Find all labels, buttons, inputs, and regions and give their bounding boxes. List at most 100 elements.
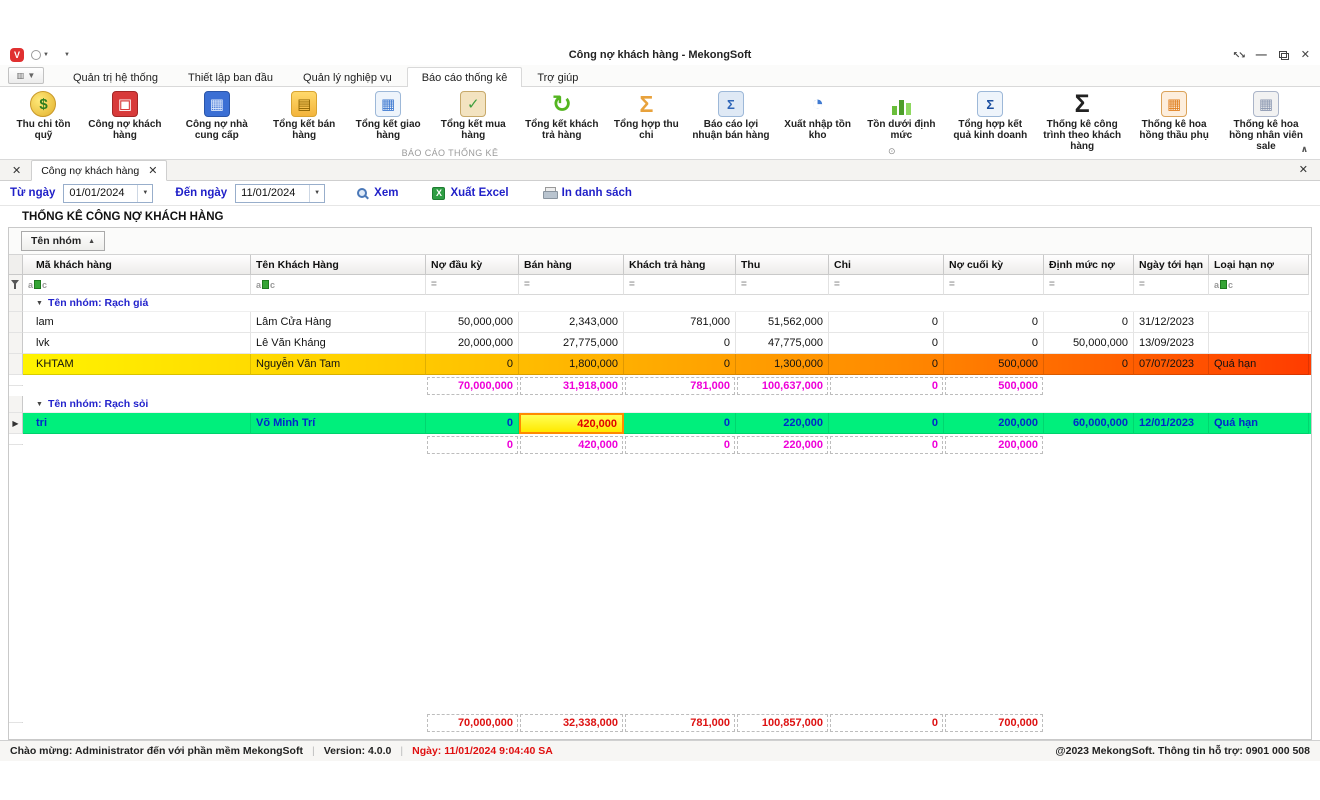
ribbon-button-2[interactable]: ▣ Công nợ khách hàng: [79, 89, 171, 141]
document-tab[interactable]: Công nợ khách hàng ✕: [31, 160, 168, 181]
table-cell[interactable]: Lâm Cửa Hàng: [251, 312, 426, 333]
table-cell[interactable]: lam: [23, 312, 251, 333]
minimize-icon[interactable]: —: [1256, 50, 1267, 61]
column-header[interactable]: Nợ đầu kỳ: [426, 255, 519, 275]
ribbon-tab-3[interactable]: Quản lý nghiệp vụ: [288, 67, 407, 87]
table-cell[interactable]: 47,775,000: [736, 333, 829, 354]
group-row[interactable]: ▼ Tên nhóm: Rạch giá: [9, 295, 1311, 312]
table-cell[interactable]: 420,000: [519, 413, 624, 434]
table-cell[interactable]: 1,300,000: [736, 354, 829, 375]
ribbon-button-7[interactable]: ↻ Tổng kết khách trả hàng: [516, 89, 608, 142]
group-row[interactable]: ▼ Tên nhóm: Rạch sỏi: [9, 396, 1311, 413]
table-cell[interactable]: 60,000,000: [1044, 413, 1134, 434]
restore-icon[interactable]: [1278, 50, 1289, 60]
table-cell[interactable]: [1209, 312, 1309, 333]
table-cell[interactable]: 781,000: [624, 312, 736, 333]
filter-cell[interactable]: =: [624, 275, 736, 295]
table-cell[interactable]: 07/07/2023: [1134, 354, 1209, 375]
column-header[interactable]: Thu: [736, 255, 829, 275]
row-header[interactable]: ▶: [9, 413, 23, 434]
expand-icon[interactable]: ↖↘: [1233, 50, 1246, 60]
table-cell[interactable]: 27,775,000: [519, 333, 624, 354]
expand-collapse-icon[interactable]: ▼: [36, 401, 43, 408]
column-header[interactable]: Tên Khách Hàng: [251, 255, 426, 275]
ribbon-button-5[interactable]: ▦ Tổng kết giao hàng: [346, 89, 431, 141]
table-cell[interactable]: 51,562,000: [736, 312, 829, 333]
table-row[interactable]: lam Lâm Cửa Hàng 50,000,000 2,343,000 781,00…: [9, 312, 1311, 333]
dialog-launcher-icon[interactable]: ⊙: [888, 146, 896, 157]
table-cell[interactable]: 0: [829, 354, 944, 375]
table-cell[interactable]: 31/12/2023: [1134, 312, 1209, 333]
ribbon-tab-2[interactable]: Thiết lập ban đầu: [173, 67, 288, 87]
ribbon-button-4[interactable]: ▤ Tổng kết bán hàng: [263, 89, 346, 141]
table-cell[interactable]: 0: [624, 354, 736, 375]
table-cell[interactable]: 0: [624, 413, 736, 434]
qat-customize-dropdown-icon[interactable]: ▼: [64, 52, 70, 58]
dropdown-icon[interactable]: ▼: [137, 184, 152, 202]
table-cell[interactable]: 200,000: [944, 413, 1044, 434]
filter-cell[interactable]: =: [1044, 275, 1134, 295]
close-document-icon[interactable]: ✕: [1299, 163, 1308, 176]
table-cell[interactable]: 50,000,000: [1044, 333, 1134, 354]
close-tab-icon[interactable]: ✕: [148, 164, 157, 177]
view-button[interactable]: Xem: [351, 187, 403, 200]
filter-cell[interactable]: =: [426, 275, 519, 295]
table-cell[interactable]: 0: [624, 333, 736, 354]
table-cell[interactable]: Lê Văn Kháng: [251, 333, 426, 354]
table-cell[interactable]: 12/01/2023: [1134, 413, 1209, 434]
table-cell[interactable]: 0: [1044, 312, 1134, 333]
column-header[interactable]: Loại hạn nợ: [1209, 255, 1309, 275]
group-field-chip[interactable]: Tên nhóm ▲: [21, 231, 106, 251]
filter-cell[interactable]: ac: [1209, 275, 1309, 295]
table-cell[interactable]: KHTAM: [23, 354, 251, 375]
table-row[interactable]: lvk Lê Văn Kháng 20,000,000 27,775,000 0 47,7…: [9, 333, 1311, 354]
table-cell[interactable]: 0: [944, 333, 1044, 354]
column-header[interactable]: Bán hàng: [519, 255, 624, 275]
ribbon-button-6[interactable]: ✓ Tổng kết mua hàng: [431, 89, 516, 141]
filter-row-header[interactable]: [9, 275, 23, 295]
table-cell[interactable]: 220,000: [736, 413, 829, 434]
column-header[interactable]: Chi: [829, 255, 944, 275]
filter-cell[interactable]: ac: [251, 275, 426, 295]
ribbon-tab-4[interactable]: Báo cáo thống kê: [406, 67, 523, 87]
table-cell[interactable]: 13/09/2023: [1134, 333, 1209, 354]
table-cell[interactable]: 20,000,000: [426, 333, 519, 354]
table-cell[interactable]: Võ Minh Trí: [251, 413, 426, 434]
column-header[interactable]: Định mức nợ: [1044, 255, 1134, 275]
ribbon-button-9[interactable]: Σ Báo cáo lợi nhuận bán hàng: [685, 89, 777, 141]
close-all-tabs-icon[interactable]: ✕: [12, 164, 21, 177]
table-cell[interactable]: Quá hạn: [1209, 413, 1309, 434]
table-cell[interactable]: 0: [829, 413, 944, 434]
expand-collapse-icon[interactable]: ▼: [36, 300, 43, 307]
table-cell[interactable]: 0: [1044, 354, 1134, 375]
ribbon-button-1[interactable]: $ Thu chi tồn quỹ: [8, 89, 79, 141]
from-date-picker[interactable]: 01/01/2024 ▼: [63, 183, 154, 203]
table-cell[interactable]: [1209, 333, 1309, 354]
table-row[interactable]: ▶ tri Võ Minh Trí 0 420,000 0 220,000 0 200,000 6…: [9, 413, 1311, 434]
filter-cell[interactable]: =: [519, 275, 624, 295]
table-cell[interactable]: 2,343,000: [519, 312, 624, 333]
filter-cell[interactable]: =: [1134, 275, 1209, 295]
ribbon-button-12[interactable]: Σ Tổng hợp kết quả kinh doanh: [944, 89, 1036, 141]
qat-dropdown[interactable]: ▼: [31, 50, 49, 60]
ribbon-button-3[interactable]: ▦ Công nợ nhà cung cấp: [171, 89, 263, 141]
table-cell[interactable]: Quá hạn: [1209, 354, 1309, 375]
table-cell[interactable]: 0: [829, 333, 944, 354]
ribbon-collapse-icon[interactable]: ∧: [1301, 144, 1308, 155]
ribbon-button-14[interactable]: ▦ Thống kê hoa hồng thầu phụ: [1128, 89, 1220, 141]
print-list-button[interactable]: In danh sách: [538, 187, 637, 199]
ribbon-button-11[interactable]: Tồn dưới định mức: [858, 89, 944, 141]
table-cell[interactable]: 1,800,000: [519, 354, 624, 375]
close-icon[interactable]: ✕: [1301, 50, 1310, 61]
ribbon-button-13[interactable]: Σ Thống kê công trình theo khách hàng: [1036, 89, 1128, 153]
table-cell[interactable]: 0: [829, 312, 944, 333]
table-cell[interactable]: Nguyễn Văn Tam: [251, 354, 426, 375]
filter-cell[interactable]: =: [944, 275, 1044, 295]
filter-cell[interactable]: =: [736, 275, 829, 295]
table-cell[interactable]: 0: [426, 354, 519, 375]
export-excel-button[interactable]: Xuất Excel: [427, 186, 513, 200]
column-header[interactable]: Nợ cuối kỳ: [944, 255, 1044, 275]
filter-cell[interactable]: =: [829, 275, 944, 295]
column-header[interactable]: Ngày tới hạn: [1134, 255, 1209, 275]
column-header[interactable]: Khách trả hàng: [624, 255, 736, 275]
